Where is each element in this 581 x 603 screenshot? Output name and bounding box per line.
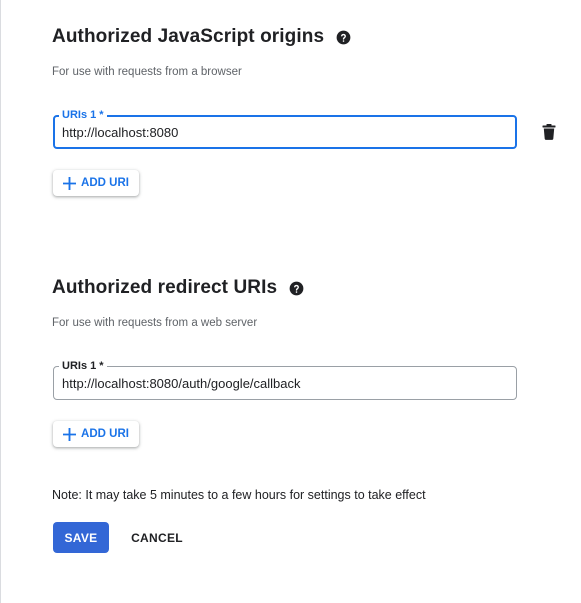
redirects-add-uri-button[interactable]: ADD URI [53, 421, 139, 447]
redirects-uri-field[interactable]: URIs 1 * [53, 359, 517, 400]
redirects-title-text: Authorized redirect URIs [52, 277, 278, 298]
save-button[interactable]: SAVE [53, 522, 109, 553]
origins-uri-input[interactable] [62, 117, 507, 147]
redirects-uri-input[interactable] [62, 367, 508, 399]
plus-icon [63, 427, 77, 441]
help-circle-icon[interactable] [336, 30, 351, 45]
origins-section-title: Authorized JavaScript origins [52, 26, 351, 48]
origins-add-uri-label: ADD URI [81, 177, 129, 189]
trash-icon[interactable] [542, 124, 556, 140]
origins-add-uri-button[interactable]: ADD URI [53, 170, 139, 196]
oauth-client-form: Authorized JavaScript origins For use wi… [0, 0, 581, 603]
redirects-add-uri-label: ADD URI [81, 428, 129, 440]
redirects-subtext: For use with requests from a web server [52, 317, 258, 329]
redirects-section-title: Authorized redirect URIs [52, 277, 304, 299]
origins-title-text: Authorized JavaScript origins [52, 26, 325, 47]
help-circle-icon[interactable] [289, 281, 304, 296]
cancel-button[interactable]: CANCEL [123, 522, 191, 553]
origins-subtext: For use with requests from a browser [52, 66, 242, 78]
plus-icon [63, 176, 77, 190]
origins-uri-field[interactable]: URIs 1 * [53, 108, 517, 149]
settings-note: Note: It may take 5 minutes to a few hou… [52, 488, 426, 502]
